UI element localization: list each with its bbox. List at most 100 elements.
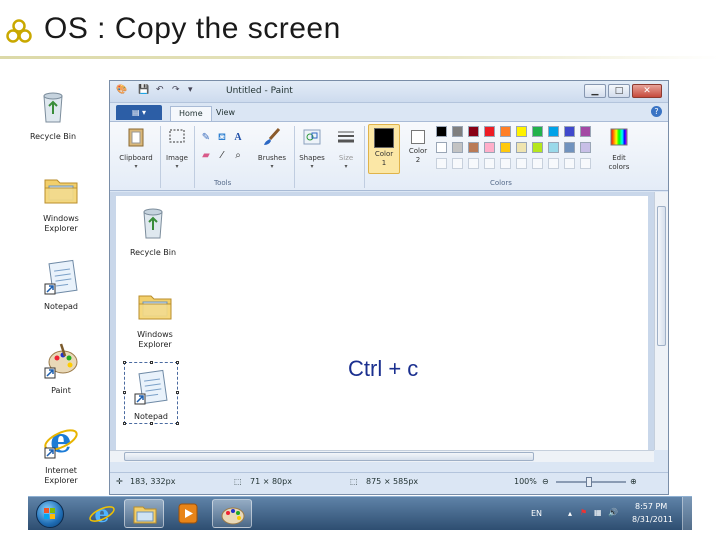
- tray-up-arrow-icon[interactable]: ▴: [568, 509, 572, 518]
- color-swatch[interactable]: [500, 142, 511, 153]
- color-swatch[interactable]: [516, 142, 527, 153]
- taskbar-media-player[interactable]: [168, 499, 208, 528]
- scroll-thumb[interactable]: [657, 206, 666, 346]
- color1-button[interactable]: Color 1: [368, 124, 400, 174]
- canvas-icon-label: Windows Explorer: [137, 330, 173, 349]
- custom-color-slot[interactable]: [500, 158, 511, 169]
- text-tool-icon[interactable]: A: [232, 132, 244, 144]
- color-swatch[interactable]: [468, 142, 479, 153]
- custom-color-slot[interactable]: [532, 158, 543, 169]
- color-swatch[interactable]: [532, 126, 543, 137]
- color-swatch[interactable]: [580, 142, 591, 153]
- desktop-icon-windows-explorer[interactable]: Windows Explorer: [26, 168, 96, 234]
- language-indicator[interactable]: EN: [531, 509, 542, 518]
- network-icon[interactable]: ▦: [594, 508, 602, 517]
- custom-color-slot[interactable]: [484, 158, 495, 169]
- color-swatch[interactable]: [580, 126, 591, 137]
- tab-view[interactable]: View: [208, 106, 243, 121]
- volume-icon[interactable]: 🔊: [608, 508, 618, 517]
- horizontal-scrollbar[interactable]: [110, 450, 654, 462]
- crosshair-icon: ✛: [116, 477, 123, 486]
- taskbar-internet-explorer[interactable]: e: [82, 499, 122, 528]
- customize-quick-access-icon[interactable]: ▾: [188, 85, 193, 98]
- color-swatch[interactable]: [452, 142, 463, 153]
- action-center-flag-icon[interactable]: ⚑: [580, 508, 587, 517]
- color-swatch[interactable]: [468, 126, 479, 137]
- eraser-icon[interactable]: ▰: [200, 150, 212, 162]
- color-swatch[interactable]: [452, 126, 463, 137]
- desktop-icon-recycle-bin[interactable]: Recycle Bin: [18, 86, 88, 142]
- color-swatch[interactable]: [548, 142, 559, 153]
- zoom-slider-thumb[interactable]: [586, 477, 592, 487]
- resize-handle[interactable]: [176, 361, 179, 364]
- paint-app-icon[interactable]: 🎨: [116, 85, 127, 98]
- color-picker-icon[interactable]: ⁄: [216, 150, 228, 162]
- resize-handle[interactable]: [123, 361, 126, 364]
- taskbar-windows-explorer[interactable]: [124, 499, 164, 528]
- zoom-slider[interactable]: [556, 477, 626, 487]
- desktop-icon-notepad[interactable]: Notepad: [26, 256, 96, 312]
- scroll-thumb[interactable]: [124, 452, 534, 461]
- drawing-canvas[interactable]: Recycle Bin Windows Explorer Notepad: [116, 196, 648, 450]
- color-swatch[interactable]: [548, 126, 559, 137]
- clipboard-button[interactable]: Clipboard ▾: [116, 126, 156, 170]
- zoom-in-button[interactable]: ⊕: [630, 477, 637, 486]
- image-button[interactable]: Image ▾: [162, 126, 192, 170]
- custom-color-slot[interactable]: [468, 158, 479, 169]
- brushes-button[interactable]: Brushes ▾: [254, 126, 290, 170]
- edit-colors-button[interactable]: Edit colors: [604, 126, 634, 172]
- color-swatch[interactable]: [564, 126, 575, 137]
- custom-color-slot[interactable]: [516, 158, 527, 169]
- media-player-icon: [178, 503, 198, 524]
- resize-handle[interactable]: [150, 361, 153, 364]
- minimize-button[interactable]: ▁: [584, 84, 606, 98]
- chevron-down-icon: ▾: [175, 163, 179, 170]
- resize-handle[interactable]: [176, 422, 179, 425]
- color-swatch[interactable]: [484, 142, 495, 153]
- size-button[interactable]: Size ▾: [332, 126, 360, 170]
- color-swatch[interactable]: [516, 126, 527, 137]
- show-desktop-button[interactable]: [682, 497, 692, 531]
- svg-text:e: e: [94, 499, 109, 528]
- color-swatch[interactable]: [436, 142, 447, 153]
- color-swatch[interactable]: [436, 126, 447, 137]
- desktop-icon-internet-explorer[interactable]: e Internet Explorer: [26, 420, 96, 486]
- title-bar[interactable]: 🎨 💾 ↶ ↷ ▾ Untitled - Paint ▁ □ ✕: [110, 81, 668, 103]
- clock-time[interactable]: 8:57 PM: [635, 502, 667, 511]
- zoom-level: 100%: [514, 477, 537, 486]
- resize-handle[interactable]: [123, 422, 126, 425]
- maximize-button[interactable]: □: [608, 84, 630, 98]
- shapes-button[interactable]: Shapes ▾: [296, 126, 328, 170]
- paint-menu-button[interactable]: ▤ ▾: [116, 105, 162, 120]
- custom-color-slot[interactable]: [580, 158, 591, 169]
- color-swatch[interactable]: [500, 126, 511, 137]
- clock-date[interactable]: 8/31/2011: [632, 515, 673, 524]
- color-swatch[interactable]: [564, 142, 575, 153]
- vertical-scrollbar[interactable]: [654, 192, 668, 450]
- pencil-icon[interactable]: ✎: [200, 132, 212, 144]
- divider: [194, 126, 195, 188]
- start-button[interactable]: [36, 500, 64, 528]
- redo-icon[interactable]: ↷: [172, 85, 180, 98]
- desktop-icon-paint[interactable]: Paint: [26, 340, 96, 396]
- custom-color-slot[interactable]: [548, 158, 559, 169]
- color-swatch[interactable]: [484, 126, 495, 137]
- fill-icon[interactable]: ⛾: [216, 132, 228, 144]
- custom-color-slot[interactable]: [436, 158, 447, 169]
- paint-palette-icon: [221, 507, 245, 525]
- color2-button[interactable]: Color 2: [404, 124, 432, 165]
- color-swatch[interactable]: [532, 142, 543, 153]
- close-button[interactable]: ✕: [632, 84, 662, 98]
- save-icon[interactable]: 💾: [138, 85, 149, 98]
- taskbar-paint[interactable]: [212, 499, 252, 528]
- custom-color-slot[interactable]: [564, 158, 575, 169]
- desktop-icon-label: Paint: [51, 386, 71, 395]
- zoom-out-button[interactable]: ⊖: [542, 477, 549, 486]
- undo-icon[interactable]: ↶: [156, 85, 164, 98]
- magnifier-icon[interactable]: ⌕: [232, 150, 244, 162]
- canvas-icon-label: Notepad: [134, 412, 168, 421]
- custom-color-slot[interactable]: [452, 158, 463, 169]
- resize-handle[interactable]: [150, 422, 153, 425]
- help-icon[interactable]: ?: [651, 106, 662, 117]
- tab-home[interactable]: Home: [170, 106, 212, 121]
